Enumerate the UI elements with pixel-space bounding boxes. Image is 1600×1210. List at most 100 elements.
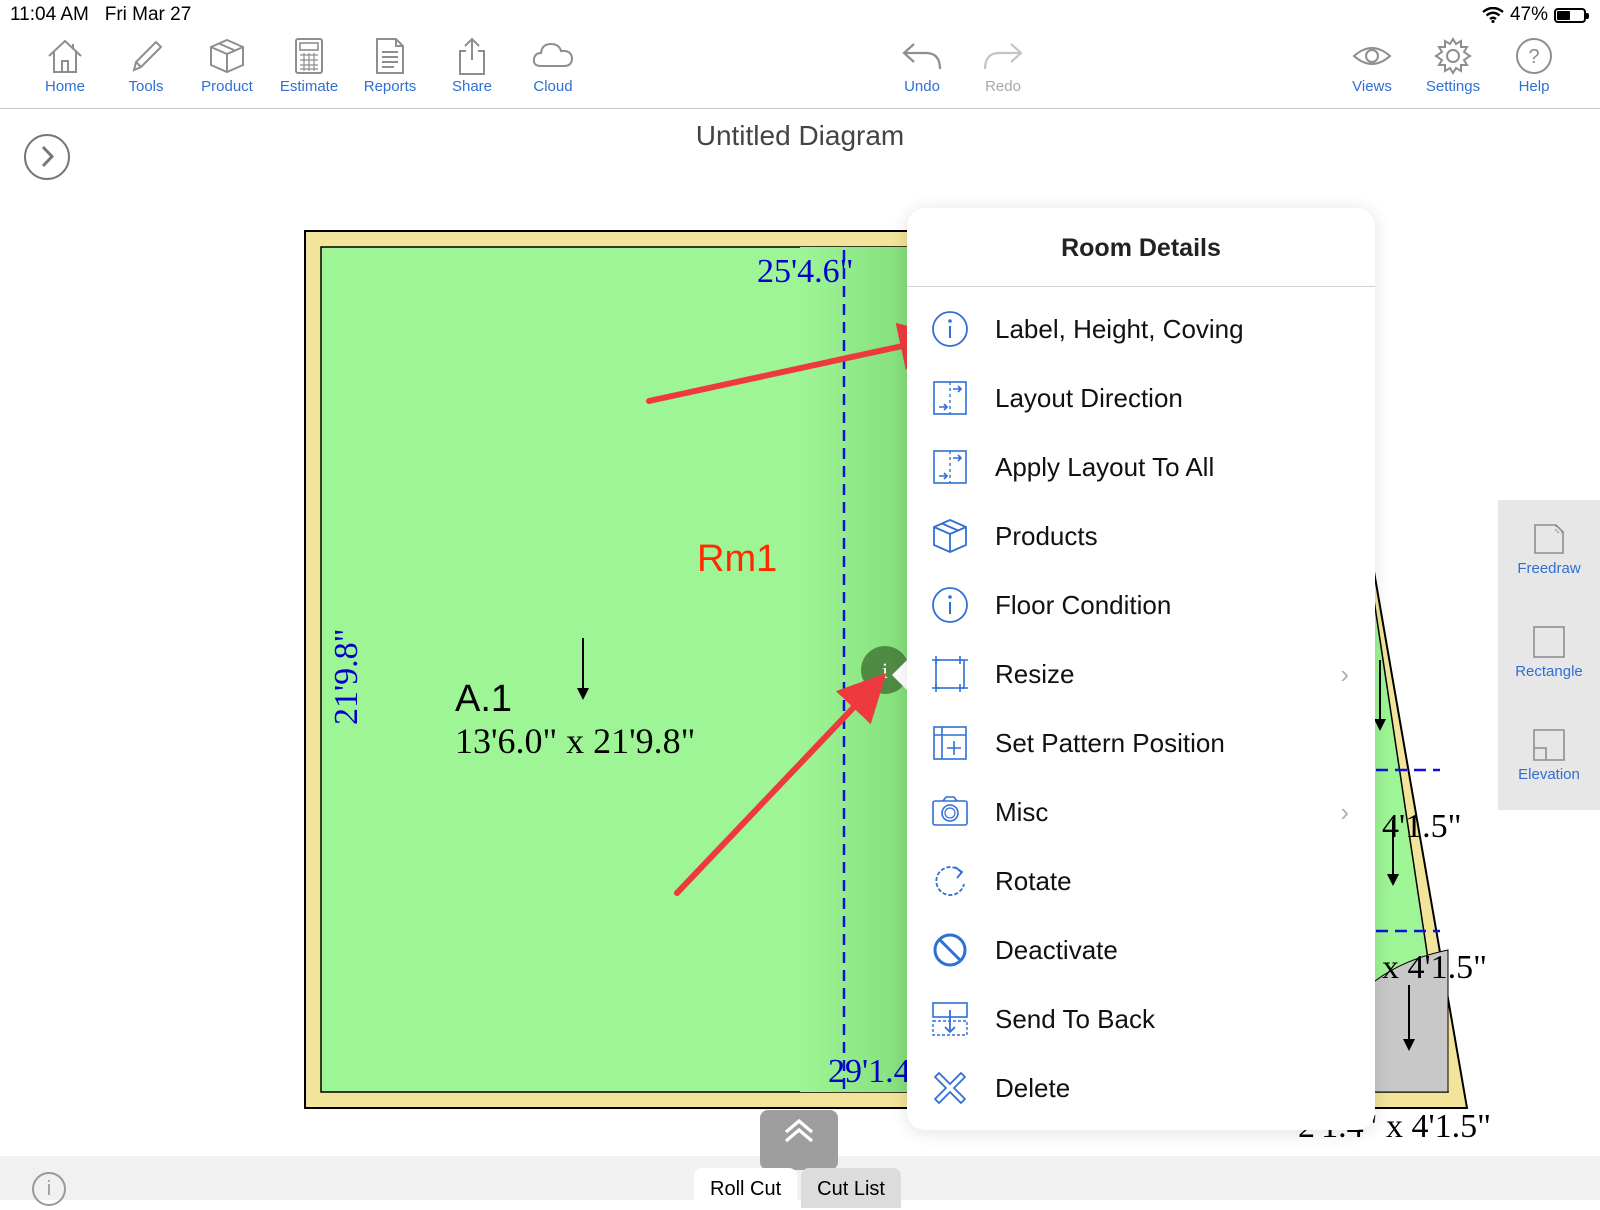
room-name-label: Rm1 <box>697 538 777 580</box>
share-button[interactable]: Share <box>432 32 512 95</box>
dim-left-label: 21'9.8" <box>328 628 365 725</box>
menu-item-label: Layout Direction <box>995 383 1183 413</box>
menu-item-resize[interactable]: Resize › <box>907 639 1375 707</box>
freedraw-icon <box>1534 524 1564 554</box>
settings-label: Settings <box>1425 78 1481 95</box>
rectangle-label: Rectangle <box>1515 663 1583 680</box>
box-icon <box>210 38 244 74</box>
diagram-title: Untitled Diagram <box>695 120 905 151</box>
settings-button[interactable]: Settings <box>1413 32 1493 95</box>
toolbar: Home Tools Product Estimate Reports Shar… <box>0 30 1600 109</box>
menu-item-label-height-coving[interactable]: Label, Height, Coving <box>907 294 1375 362</box>
estimate-button[interactable]: Estimate <box>269 32 349 95</box>
menu-item-delete[interactable]: Delete <box>907 1053 1375 1121</box>
resize-icon <box>932 656 968 692</box>
side-tool-palette: Freedraw Rectangle Elevation <box>1498 500 1600 810</box>
double-chevron-up-icon <box>784 1118 814 1143</box>
drawer-toggle-button[interactable] <box>24 134 70 180</box>
menu-item-label: Deactivate <box>995 935 1118 965</box>
undo-icon <box>902 43 942 70</box>
status-bar-right: 47% <box>1482 4 1589 26</box>
tools-button[interactable]: Tools <box>106 32 186 95</box>
menu-item-products[interactable]: Products <box>907 501 1375 569</box>
menu-item-deactivate[interactable]: Deactivate <box>907 915 1375 983</box>
redo-icon <box>983 43 1023 70</box>
layout-direction-icon <box>933 450 967 484</box>
redo-label: Redo <box>985 78 1021 95</box>
menu-item-layout-direction[interactable]: Layout Direction <box>907 363 1375 431</box>
expand-panel-button[interactable] <box>760 1110 838 1170</box>
room-2-dim-1: 4'1.5" <box>1382 808 1462 845</box>
menu-item-label: Rotate <box>995 866 1072 896</box>
estimate-label: Estimate <box>279 78 339 95</box>
cloud-button[interactable]: Cloud <box>513 32 593 95</box>
elevation-tool[interactable]: Elevation <box>1498 728 1600 783</box>
delete-icon <box>934 1072 966 1104</box>
product-button[interactable]: Product <box>187 32 267 95</box>
popover-title: Room Details <box>1061 234 1221 262</box>
reports-button[interactable]: Reports <box>350 32 430 95</box>
undo-button[interactable]: Undo <box>882 32 962 95</box>
menu-item-send-to-back[interactable]: Send To Back <box>907 984 1375 1052</box>
menu-item-set-pattern-position[interactable]: Set Pattern Position <box>907 708 1375 776</box>
room-details-popover: Room Details Label, Height, Coving Layou… <box>907 208 1375 1130</box>
menu-item-apply-layout-to-all[interactable]: Apply Layout To All <box>907 432 1375 500</box>
home-icon <box>48 39 82 73</box>
redo-button[interactable]: Redo <box>963 32 1043 95</box>
menu-item-label: Label, Height, Coving <box>995 314 1244 344</box>
menu-item-label: Set Pattern Position <box>995 728 1225 758</box>
battery-icon <box>1554 7 1589 23</box>
dim-top-label: 25'4.6" <box>757 253 854 290</box>
rectangle-icon <box>1533 626 1565 658</box>
menu-item-label: Send To Back <box>995 1004 1155 1034</box>
camera-icon <box>932 796 968 826</box>
tab-roll-cut[interactable]: Roll Cut <box>694 1168 798 1208</box>
pencil-icon <box>132 40 163 72</box>
freedraw-tool[interactable]: Freedraw <box>1498 522 1600 577</box>
battery-percent: 47% <box>1509 4 1548 25</box>
cloud-icon <box>532 42 574 67</box>
menu-item-label: Apply Layout To All <box>995 452 1215 482</box>
box-icon <box>933 519 967 553</box>
home-label: Home <box>44 78 85 95</box>
wifi-icon <box>1482 7 1504 23</box>
share-label: Share <box>451 78 493 95</box>
chevron-right-icon: › <box>1340 797 1349 827</box>
chevron-right-icon <box>41 145 55 168</box>
menu-item-label: Products <box>995 521 1098 551</box>
popover-divider <box>907 286 1375 287</box>
info-icon <box>932 587 968 623</box>
status-time: 11:04 AM <box>10 4 89 25</box>
tab-cut-list[interactable]: Cut List <box>801 1168 901 1208</box>
elevation-label: Elevation <box>1518 766 1580 783</box>
calculator-icon <box>295 38 323 74</box>
prohibit-icon <box>933 933 967 967</box>
menu-item-floor-condition[interactable]: Floor Condition <box>907 570 1375 638</box>
tools-label: Tools <box>128 78 164 95</box>
svg-text:?: ? <box>1528 46 1539 68</box>
undo-label: Undo <box>904 78 940 95</box>
menu-item-misc[interactable]: Misc › <box>907 777 1375 845</box>
freedraw-label: Freedraw <box>1517 560 1581 577</box>
cut-view-tabs: Roll Cut Cut List <box>694 1168 901 1208</box>
product-label: Product <box>201 78 253 95</box>
gear-icon <box>1434 37 1472 75</box>
area-size-label: 13'6.0" x 21'9.8" <box>455 721 695 761</box>
views-button[interactable]: Views <box>1332 32 1412 95</box>
send-to-back-icon <box>932 1002 968 1036</box>
document-icon <box>376 38 404 74</box>
popover-arrow <box>892 659 908 691</box>
pattern-position-icon <box>933 726 967 760</box>
room-rm1[interactable]: 25'4.6" 29'1.4 21'9.8" Rm1 A.1 13'6.0" x… <box>304 230 946 1109</box>
home-button[interactable]: Home <box>25 32 105 95</box>
chevron-right-icon: › <box>1340 659 1349 689</box>
battery-level <box>1557 10 1571 20</box>
menu-item-label: Resize <box>995 659 1075 689</box>
help-icon: ? <box>1516 38 1552 74</box>
menu-item-rotate[interactable]: Rotate <box>907 846 1375 914</box>
help-button[interactable]: ? Help <box>1494 32 1574 95</box>
views-label: Views <box>1352 78 1392 95</box>
rectangle-tool[interactable]: Rectangle <box>1498 625 1600 680</box>
dim-bottom-label: 29'1.4 <box>828 1053 911 1090</box>
info-button[interactable]: i <box>32 1172 66 1206</box>
